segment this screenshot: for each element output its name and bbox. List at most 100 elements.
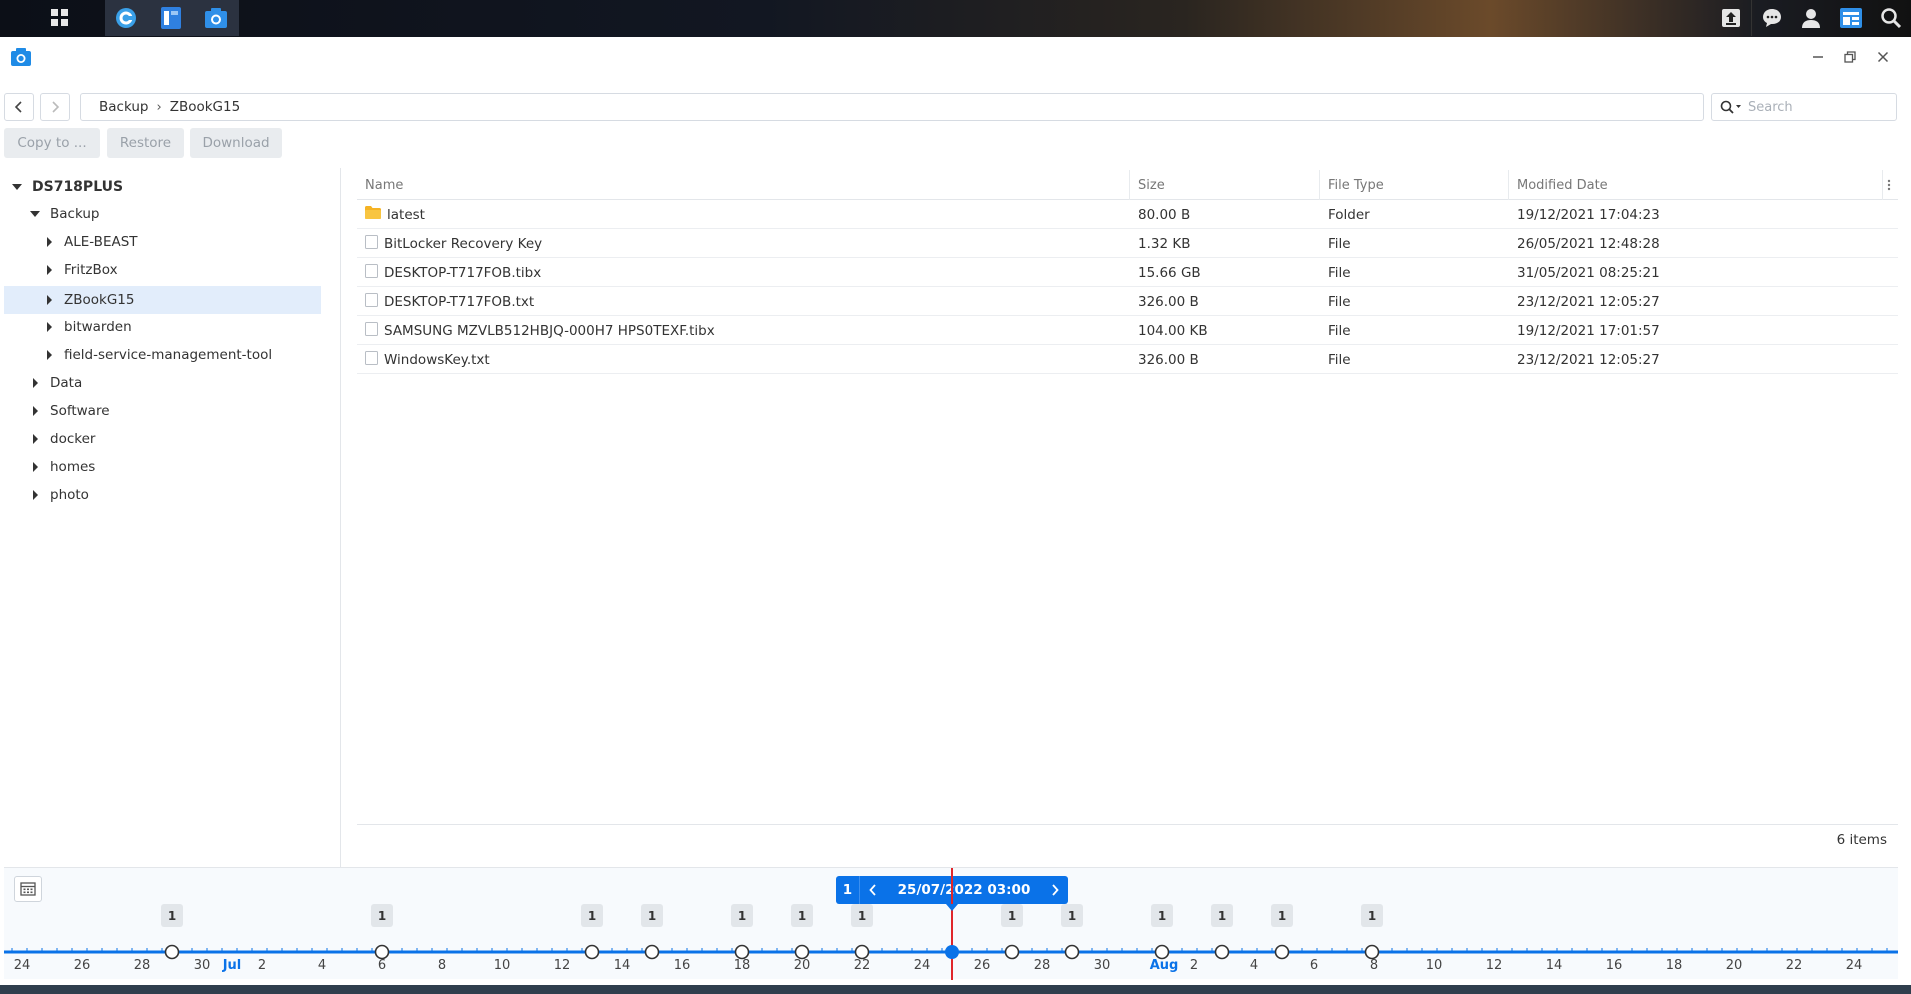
cell-size: 326.00 B [1138, 293, 1199, 310]
tree-item-bitwarden[interactable]: bitwarden [44, 313, 320, 341]
caret-down-icon[interactable] [30, 209, 40, 219]
tree-item-homes[interactable]: homes [30, 453, 320, 481]
column-header-file-type[interactable]: File Type [1320, 170, 1509, 200]
copy-to-button[interactable]: Copy to ... [4, 128, 100, 158]
column-header-name[interactable]: Name [357, 170, 1130, 200]
snapshot-point[interactable] [1274, 944, 1290, 960]
search-box[interactable] [1711, 93, 1897, 121]
column-header-modified-date[interactable]: Modified Date [1509, 170, 1883, 200]
cell-file-type: Folder [1328, 206, 1370, 223]
tree-label: FritzBox [64, 262, 118, 278]
item-count: 6 items [1836, 832, 1887, 848]
tree-root-ds718plus[interactable]: DS718PLUS [12, 173, 322, 201]
caret-right-icon[interactable] [44, 265, 54, 275]
restore-button[interactable]: Restore [107, 128, 184, 158]
snapshot-point[interactable] [734, 944, 750, 960]
timeline-day-label: 26 [74, 958, 91, 973]
search-icon[interactable] [1871, 0, 1911, 36]
tree-item-ale-beast[interactable]: ALE-BEAST [44, 228, 320, 256]
table-row[interactable]: BitLocker Recovery Key 1.32 KB File 26/05/2… [357, 229, 1898, 258]
apps-grid-icon[interactable] [42, 0, 78, 36]
table-row[interactable]: DESKTOP-T717FOB.txt 326.00 B File 23/12/202… [357, 287, 1898, 316]
chat-icon[interactable] [1751, 0, 1791, 36]
column-options-icon[interactable] [1883, 170, 1898, 200]
cell-size: 15.66 GB [1138, 264, 1201, 281]
taskbar [0, 0, 1911, 37]
download-button[interactable]: Download [190, 128, 282, 158]
snapshot-point[interactable] [584, 944, 600, 960]
search-dropdown-icon[interactable] [1720, 100, 1742, 114]
caret-right-icon[interactable] [44, 237, 54, 247]
table-row[interactable]: DESKTOP-T717FOB.tibx 15.66 GB File 31/05/20… [357, 258, 1898, 287]
cell-name[interactable]: latest [357, 200, 1130, 229]
file-icon [365, 350, 378, 369]
timeline-day-label: 2 [1190, 958, 1198, 973]
tree-label: photo [50, 487, 89, 503]
caret-down-icon[interactable] [12, 182, 22, 192]
synology-assistant-icon[interactable] [105, 0, 147, 36]
tree-item-software[interactable]: Software [30, 397, 320, 425]
tree-item-photo[interactable]: photo [30, 481, 320, 509]
snapshot-point[interactable] [1214, 944, 1230, 960]
file-name: WindowsKey.txt [384, 351, 490, 368]
user-icon[interactable] [1791, 0, 1831, 36]
snapshot-point[interactable] [1364, 944, 1380, 960]
tree-item-docker[interactable]: docker [30, 425, 320, 453]
table-row[interactable]: WindowsKey.txt 326.00 B File 23/12/2021 12:… [357, 345, 1898, 374]
minimize-icon[interactable] [1808, 47, 1828, 67]
widgets-icon[interactable] [1831, 0, 1871, 36]
caret-right-icon[interactable] [30, 378, 40, 388]
timeline-day-label: 4 [318, 958, 326, 973]
caret-right-icon[interactable] [30, 406, 40, 416]
tree-item-field-service-management-tool[interactable]: field-service-management-tool [44, 341, 334, 369]
cell-name[interactable]: DESKTOP-T717FOB.tibx [357, 258, 1130, 287]
snapshot-point[interactable] [854, 944, 870, 960]
timeline-axis[interactable]: 24 26 28 30 Jul 2 4 6 8 10 12 14 16 18 20 22 24 26 28 30 Aug… [4, 868, 1898, 980]
caret-right-icon[interactable] [44, 322, 54, 332]
breadcrumb-item-backup[interactable]: Backup [99, 99, 149, 115]
tree-item-fritzbox[interactable]: FritzBox [44, 256, 320, 284]
tree-item-backup[interactable]: Backup [30, 200, 320, 228]
table-header: Name Size File Type Modified Date [357, 170, 1898, 200]
cell-name[interactable]: SAMSUNG MZVLB512HBJQ-000H7 HPS0TEXF.tibx [357, 316, 1130, 345]
restore-icon[interactable] [1840, 47, 1860, 67]
folder-tree: DS718PLUS Backup ALE-BEAST FritzBox ZBoo… [0, 168, 341, 868]
snapshot-point[interactable] [794, 944, 810, 960]
caret-right-icon[interactable] [44, 295, 54, 305]
file-table: Name Size File Type Modified Date latest… [357, 170, 1898, 374]
table-row[interactable]: latest 80.00 B Folder 19/12/2021 17:04:23 [357, 200, 1898, 229]
breadcrumb-item-zbookg15[interactable]: ZBookG15 [170, 99, 241, 115]
cell-name[interactable]: BitLocker Recovery Key [357, 229, 1130, 258]
tree-label: ALE-BEAST [64, 234, 138, 250]
caret-right-icon[interactable] [30, 434, 40, 444]
tree-item-zbookg15[interactable]: ZBookG15 [4, 286, 321, 314]
chevron-right-icon [52, 101, 60, 113]
cell-name[interactable]: WindowsKey.txt [357, 345, 1130, 374]
tree-label: Software [50, 403, 110, 419]
timeline-day-label: 26 [974, 958, 991, 973]
caret-right-icon[interactable] [44, 350, 54, 360]
snapshot-count-label: 1 [1158, 909, 1166, 923]
close-icon[interactable] [1873, 47, 1893, 67]
selected-snapshot-point[interactable] [945, 945, 959, 959]
upload-icon[interactable] [1711, 0, 1751, 36]
caret-right-icon[interactable] [30, 462, 40, 472]
forward-button[interactable] [40, 93, 70, 121]
snapshot-point[interactable] [164, 944, 180, 960]
file-station-icon[interactable] [150, 0, 192, 36]
snapshot-point[interactable] [644, 944, 660, 960]
snapshot-point[interactable] [1064, 944, 1080, 960]
column-header-size[interactable]: Size [1130, 170, 1320, 200]
cell-name[interactable]: DESKTOP-T717FOB.txt [357, 287, 1130, 316]
tree-item-data[interactable]: Data [30, 369, 320, 397]
timeline-day-label: 18 [734, 958, 751, 973]
snapshot-point[interactable] [1154, 944, 1170, 960]
snapshot-explorer-icon[interactable] [195, 0, 237, 36]
snapshot-point[interactable] [374, 944, 390, 960]
search-input[interactable] [1748, 99, 1878, 115]
timeline-day-label: 4 [1250, 958, 1258, 973]
table-row[interactable]: SAMSUNG MZVLB512HBJQ-000H7 HPS0TEXF.tibx… [357, 316, 1898, 345]
snapshot-point[interactable] [1004, 944, 1020, 960]
back-button[interactable] [4, 93, 34, 121]
caret-right-icon[interactable] [30, 490, 40, 500]
